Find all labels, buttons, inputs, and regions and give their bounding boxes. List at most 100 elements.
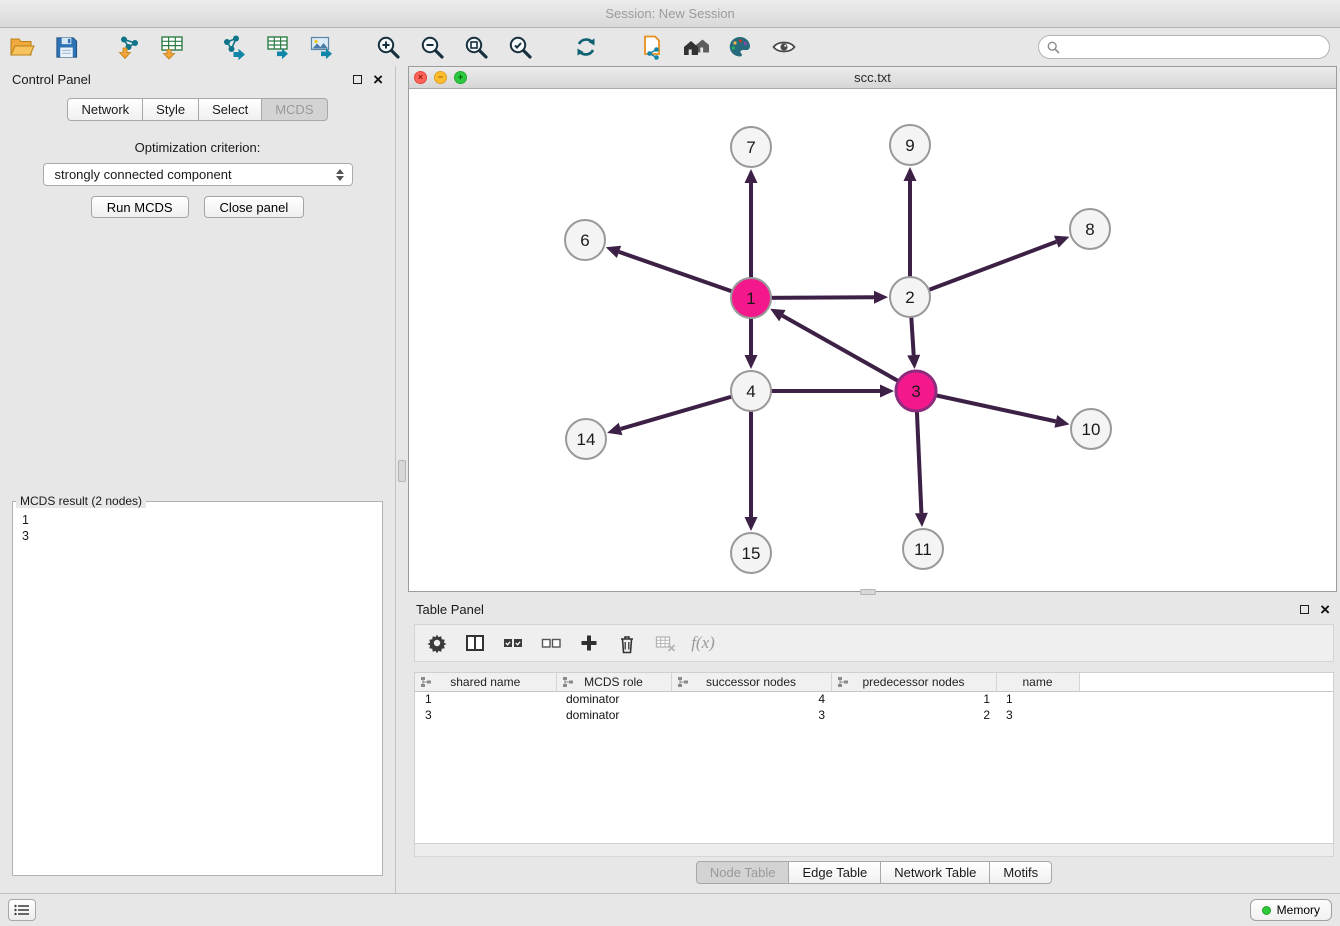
export-image-button[interactable] bbox=[304, 31, 340, 63]
table-row[interactable]: 3 dominator 3 2 3 bbox=[415, 707, 1333, 723]
attribute-icon bbox=[837, 676, 849, 688]
tab-node-table[interactable]: Node Table bbox=[696, 861, 790, 884]
cell-shared-name[interactable]: 1 bbox=[415, 691, 556, 707]
table-horizontal-scrollbar[interactable] bbox=[414, 844, 1334, 857]
cell-name[interactable]: 1 bbox=[996, 691, 1079, 707]
home-button[interactable] bbox=[678, 31, 714, 63]
cell-shared-name[interactable]: 3 bbox=[415, 707, 556, 723]
tab-mcds[interactable]: MCDS bbox=[262, 98, 327, 121]
graph-edge-3-1[interactable] bbox=[782, 316, 916, 391]
zoom-selected-button[interactable] bbox=[502, 31, 538, 63]
close-panel-icon[interactable]: × bbox=[373, 71, 383, 88]
float-panel-icon[interactable] bbox=[1300, 605, 1309, 614]
cell-predecessor-nodes[interactable]: 2 bbox=[831, 707, 996, 723]
tab-edge-table[interactable]: Edge Table bbox=[789, 861, 881, 884]
eye-icon bbox=[771, 34, 797, 60]
style-palette-button[interactable] bbox=[722, 31, 758, 63]
apply-style-button[interactable] bbox=[634, 31, 670, 63]
function-builder-button[interactable]: f(x) bbox=[689, 629, 717, 657]
tab-style[interactable]: Style bbox=[143, 98, 199, 121]
gear-icon bbox=[427, 633, 447, 653]
delete-column-button[interactable] bbox=[613, 629, 641, 657]
deselect-all-button[interactable] bbox=[537, 629, 565, 657]
graph-arrowhead bbox=[745, 355, 758, 369]
network-view-window: × − + scc.txt 7968124314101511 bbox=[408, 66, 1337, 592]
select-all-icon bbox=[503, 636, 523, 650]
zoom-out-button[interactable] bbox=[414, 31, 450, 63]
criterion-select[interactable]: strongly connected component bbox=[43, 163, 353, 186]
add-column-button[interactable] bbox=[575, 629, 603, 657]
graph-node-label: 8 bbox=[1085, 220, 1094, 239]
refresh-button[interactable] bbox=[568, 31, 604, 63]
window-titlebar: Session: New Session bbox=[0, 0, 1340, 28]
graph-arrowhead bbox=[1054, 236, 1069, 248]
cell-mcds-role[interactable]: dominator bbox=[556, 691, 671, 707]
column-settings-button[interactable] bbox=[423, 629, 451, 657]
graph-node-label: 2 bbox=[905, 288, 914, 307]
close-panel-icon[interactable]: × bbox=[1320, 601, 1330, 618]
zoom-in-button[interactable] bbox=[370, 31, 406, 63]
column-header-mcds-role[interactable]: MCDS role bbox=[556, 673, 671, 691]
split-panel-button[interactable] bbox=[461, 629, 489, 657]
export-network-icon bbox=[221, 34, 247, 60]
add-icon bbox=[580, 634, 598, 652]
network-window-titlebar[interactable]: × − + scc.txt bbox=[409, 67, 1336, 89]
graph-edge-2-8[interactable] bbox=[910, 242, 1056, 297]
table-row[interactable]: 1 dominator 4 1 1 bbox=[415, 691, 1333, 707]
cell-name[interactable]: 3 bbox=[996, 707, 1079, 723]
graph-arrowhead bbox=[874, 291, 888, 304]
import-table-icon bbox=[159, 34, 185, 60]
search-input[interactable] bbox=[1065, 37, 1329, 57]
tab-select[interactable]: Select bbox=[199, 98, 262, 121]
select-stepper-icon bbox=[336, 169, 344, 181]
cell-successor-nodes[interactable]: 4 bbox=[671, 691, 831, 707]
graph-arrowhead bbox=[915, 513, 928, 527]
cell-predecessor-nodes[interactable]: 1 bbox=[831, 691, 996, 707]
tab-network[interactable]: Network bbox=[67, 98, 143, 121]
cell-mcds-role[interactable]: dominator bbox=[556, 707, 671, 723]
trash-icon bbox=[617, 633, 637, 654]
vertical-splitter-handle[interactable] bbox=[398, 460, 406, 482]
function-builder-icon: f(x) bbox=[691, 633, 715, 653]
show-hide-details-button[interactable] bbox=[766, 31, 802, 63]
column-header-successor-nodes[interactable]: successor nodes bbox=[671, 673, 831, 691]
open-file-button[interactable] bbox=[4, 31, 40, 63]
column-header-predecessor-nodes[interactable]: predecessor nodes bbox=[831, 673, 996, 691]
tab-motifs[interactable]: Motifs bbox=[990, 861, 1052, 884]
float-panel-icon[interactable] bbox=[353, 75, 362, 84]
mcds-result-title: MCDS result (2 nodes) bbox=[16, 494, 146, 508]
cell-successor-nodes[interactable]: 3 bbox=[671, 707, 831, 723]
horizontal-splitter-handle[interactable] bbox=[860, 589, 876, 595]
column-header-name[interactable]: name bbox=[996, 673, 1079, 691]
mcds-result-list[interactable]: 1 3 bbox=[13, 508, 382, 860]
main-toolbar bbox=[0, 28, 1340, 66]
graph-node-label: 15 bbox=[742, 544, 761, 563]
run-mcds-button[interactable]: Run MCDS bbox=[91, 196, 189, 218]
zoom-fit-button[interactable] bbox=[458, 31, 494, 63]
delete-table-icon bbox=[655, 634, 676, 653]
control-panel: Control Panel × Network Style Select MCD… bbox=[0, 66, 396, 893]
network-window-title: scc.txt bbox=[409, 70, 1336, 85]
table-header-row: shared name MCDS role successor nodes pr… bbox=[415, 673, 1333, 691]
memory-button[interactable]: Memory bbox=[1250, 899, 1332, 921]
search-icon bbox=[1047, 41, 1060, 54]
select-all-button[interactable] bbox=[499, 629, 527, 657]
import-table-button[interactable] bbox=[154, 31, 190, 63]
style-palette-icon bbox=[727, 34, 753, 60]
import-network-button[interactable] bbox=[110, 31, 146, 63]
optimization-criterion-label: Optimization criterion: bbox=[0, 140, 395, 155]
graph-arrowhead bbox=[606, 246, 621, 258]
close-panel-button[interactable]: Close panel bbox=[204, 196, 305, 218]
graph-arrowhead bbox=[880, 385, 894, 398]
export-table-button[interactable] bbox=[260, 31, 296, 63]
refresh-icon bbox=[573, 34, 599, 60]
delete-table-button[interactable] bbox=[651, 629, 679, 657]
tab-network-table[interactable]: Network Table bbox=[881, 861, 990, 884]
column-header-shared-name[interactable]: shared name bbox=[415, 673, 556, 691]
status-bar: Memory bbox=[0, 893, 1340, 926]
network-canvas[interactable]: 7968124314101511 bbox=[409, 89, 1336, 591]
graph-node-label: 14 bbox=[577, 430, 596, 449]
task-history-button[interactable] bbox=[8, 899, 36, 921]
save-session-button[interactable] bbox=[48, 31, 84, 63]
export-network-button[interactable] bbox=[216, 31, 252, 63]
